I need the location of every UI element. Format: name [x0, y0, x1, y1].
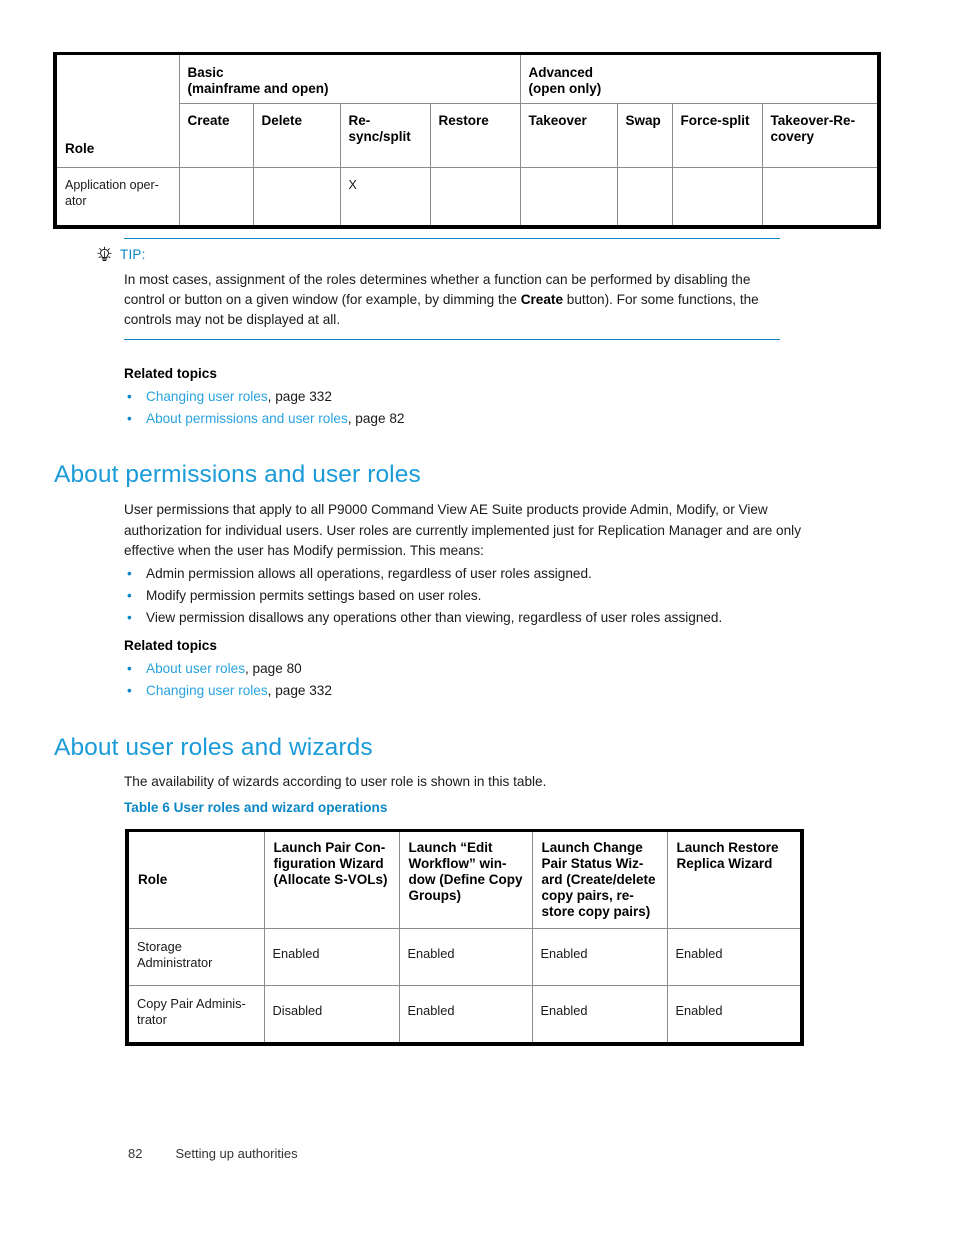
list-item-text: View permission disallows any operations… — [146, 610, 723, 626]
related-topics-heading: Related topics — [124, 366, 217, 381]
cell-restore — [429, 166, 521, 228]
column-header-delete: Delete — [252, 102, 341, 168]
section-body-about-permissions: User permissions that apply to all P9000… — [124, 502, 801, 559]
page-ref: , page 82 — [347, 411, 405, 427]
page-ref: , page 80 — [245, 661, 302, 676]
user-roles-wizards-table: Role Launch Pair Con-figuration Wizard (A… — [125, 829, 804, 1046]
related-topics-list: • About user roles, page 80 • Changing u… — [124, 658, 784, 702]
cell-launch-edit-workflow-window: Enabled — [398, 984, 533, 1045]
table-row: Storage Administrator Enabled Enabled Ena… — [126, 927, 803, 986]
section-heading-about-user-roles-and-wizards: About user roles and wizards — [54, 734, 373, 761]
column-header-takeover: Takeover — [519, 102, 618, 168]
column-header-launch-pair-configuration-wizard: Launch Pair Con-figuration Wizard (Alloca… — [263, 830, 400, 929]
cell-takeover-recovery — [761, 166, 880, 228]
cell-launch-edit-workflow-window: Enabled — [398, 927, 533, 986]
group-header-basic-line2: (mainframe and open) — [187, 80, 329, 96]
table-row: Copy Pair Adminis-trator Disabled Enable… — [126, 984, 803, 1045]
cell-force-split — [671, 166, 763, 228]
lightbulb-icon — [97, 246, 112, 262]
column-header-resync-split: Re-sync/split — [339, 102, 431, 168]
column-header-swap: Swap — [616, 102, 673, 168]
list-item: • About permissions and user roles, page… — [124, 408, 784, 430]
column-header-role: Role — [126, 830, 265, 929]
list-item: • Changing user roles, page 332 — [124, 386, 784, 408]
page-ref: , page 332 — [267, 389, 332, 404]
column-header-launch-edit-workflow-window: Launch “Edit Workflow” win-dow (Define Co… — [398, 830, 533, 929]
column-group-header-advanced: Advanced (open only) — [519, 53, 880, 104]
column-group-header-basic: Basic (mainframe and open) — [178, 53, 521, 104]
footer-page-number: 82 — [128, 1146, 143, 1161]
permissions-bullet-list: • Admin permission allows all operations… — [124, 563, 814, 629]
list-item-text: Admin permission allows all operations, … — [146, 566, 592, 581]
link-changing-user-roles[interactable]: Changing user roles — [146, 683, 268, 698]
group-header-basic-line1: Basic — [187, 65, 224, 80]
column-header-force-split: Force-split — [671, 102, 763, 168]
tip-bottom-rule — [124, 338, 780, 340]
page-footer: 82 Setting up authorities — [128, 1146, 298, 1161]
bullet-icon: • — [127, 683, 132, 699]
footer-chapter-title: Setting up authorities — [175, 1146, 298, 1161]
column-header-restore: Restore — [429, 102, 521, 168]
list-item: • Changing user roles, page 332 — [124, 680, 784, 702]
cell-launch-change-pair-status-wizard: Enabled — [531, 984, 668, 1045]
bullet-icon: • — [127, 566, 132, 581]
list-item-text: Modify permission permits settings based… — [146, 588, 482, 604]
column-header-launch-restore-replica-wizard: Launch Restore Replica Wizard — [666, 830, 803, 929]
list-item: • Admin permission allows all operations… — [124, 563, 814, 585]
group-header-advanced-line2: (open only) — [528, 80, 602, 96]
tip-header: TIP: — [96, 246, 786, 263]
section-heading-about-permissions-and-user-roles: About permissions and user roles — [54, 461, 421, 488]
table-header-sub-row: Create Delete Re-sync/split Restore Take… — [55, 102, 880, 168]
cell-launch-change-pair-status-wizard: Enabled — [531, 927, 668, 986]
cell-role-name: Copy Pair Adminis-trator — [126, 984, 265, 1045]
group-header-advanced-line1: Advanced — [528, 65, 594, 80]
link-about-permissions-and-user-roles[interactable]: About permissions and user roles — [146, 411, 348, 426]
list-item: • Modify permission permits settings bas… — [124, 585, 814, 607]
related-topics-heading: Related topics — [124, 638, 217, 653]
link-changing-user-roles[interactable]: Changing user roles — [146, 389, 268, 404]
tip-body-text: In most cases, assignment of the roles d… — [124, 270, 776, 330]
cell-swap — [616, 166, 673, 228]
column-header-takeover-recovery: Takeover-Re-covery — [761, 102, 880, 168]
column-header-create: Create — [178, 102, 254, 168]
cell-launch-restore-replica-wizard: Enabled — [666, 984, 803, 1045]
list-item: • About user roles, page 80 — [124, 658, 784, 680]
cell-takeover — [519, 166, 618, 228]
related-topics-section-2: Related topics • About user roles, page … — [124, 638, 784, 702]
bullet-icon: • — [127, 610, 132, 626]
tip-emphasis-create: Create — [520, 291, 564, 307]
cell-create — [178, 166, 254, 228]
table-caption-table-6: Table 6 User roles and wizard operations — [124, 800, 388, 815]
tip-label: TIP: — [120, 247, 146, 262]
bullet-icon: • — [127, 588, 132, 604]
list-item: • View permission disallows any operatio… — [124, 607, 814, 629]
cell-launch-pair-configuration-wizard: Disabled — [263, 984, 400, 1045]
section-body-about-user-roles-and-wizards: The availability of wizards according to… — [124, 774, 547, 789]
document-page: Role Basic (mainframe and open) Advanced… — [0, 0, 954, 1235]
roles-permission-table: Role Basic (mainframe and open) Advanced… — [53, 52, 882, 229]
tip-callout: TIP: In most cases, assignment of the ro… — [96, 238, 786, 340]
link-about-user-roles[interactable]: About user roles — [146, 661, 245, 676]
user-roles-wizards-table-container: Role Launch Pair Con-figuration Wizard (A… — [125, 829, 804, 1046]
bullet-icon: • — [127, 411, 132, 427]
roles-permission-table-container: Role Basic (mainframe and open) Advanced… — [53, 52, 882, 229]
table-header-group-row: Role Basic (mainframe and open) Advanced… — [54, 53, 880, 168]
tip-top-rule — [124, 238, 780, 239]
bullet-icon: • — [127, 389, 132, 404]
column-header-role: Role — [54, 53, 180, 168]
related-topics-section-1: Related topics • Changing user roles, pa… — [124, 366, 784, 430]
cell-resync-split: X — [339, 166, 431, 228]
cell-launch-pair-configuration-wizard: Enabled — [263, 927, 400, 986]
cell-launch-restore-replica-wizard: Enabled — [666, 927, 803, 986]
related-topics-list: • Changing user roles, page 332 • About … — [124, 386, 784, 430]
page-ref: , page 332 — [267, 683, 332, 699]
table-header-row: Role Launch Pair Con-figuration Wizard (A… — [126, 830, 803, 929]
cell-role-name: Application oper-ator — [54, 166, 180, 228]
table-row: Application oper-ator X — [54, 166, 880, 228]
cell-role-name: Storage Administrator — [126, 927, 265, 986]
column-header-launch-change-pair-status-wizard: Launch Change Pair Status Wiz-ard (Create… — [531, 830, 668, 929]
cell-delete — [252, 166, 341, 228]
bullet-icon: • — [127, 661, 132, 676]
